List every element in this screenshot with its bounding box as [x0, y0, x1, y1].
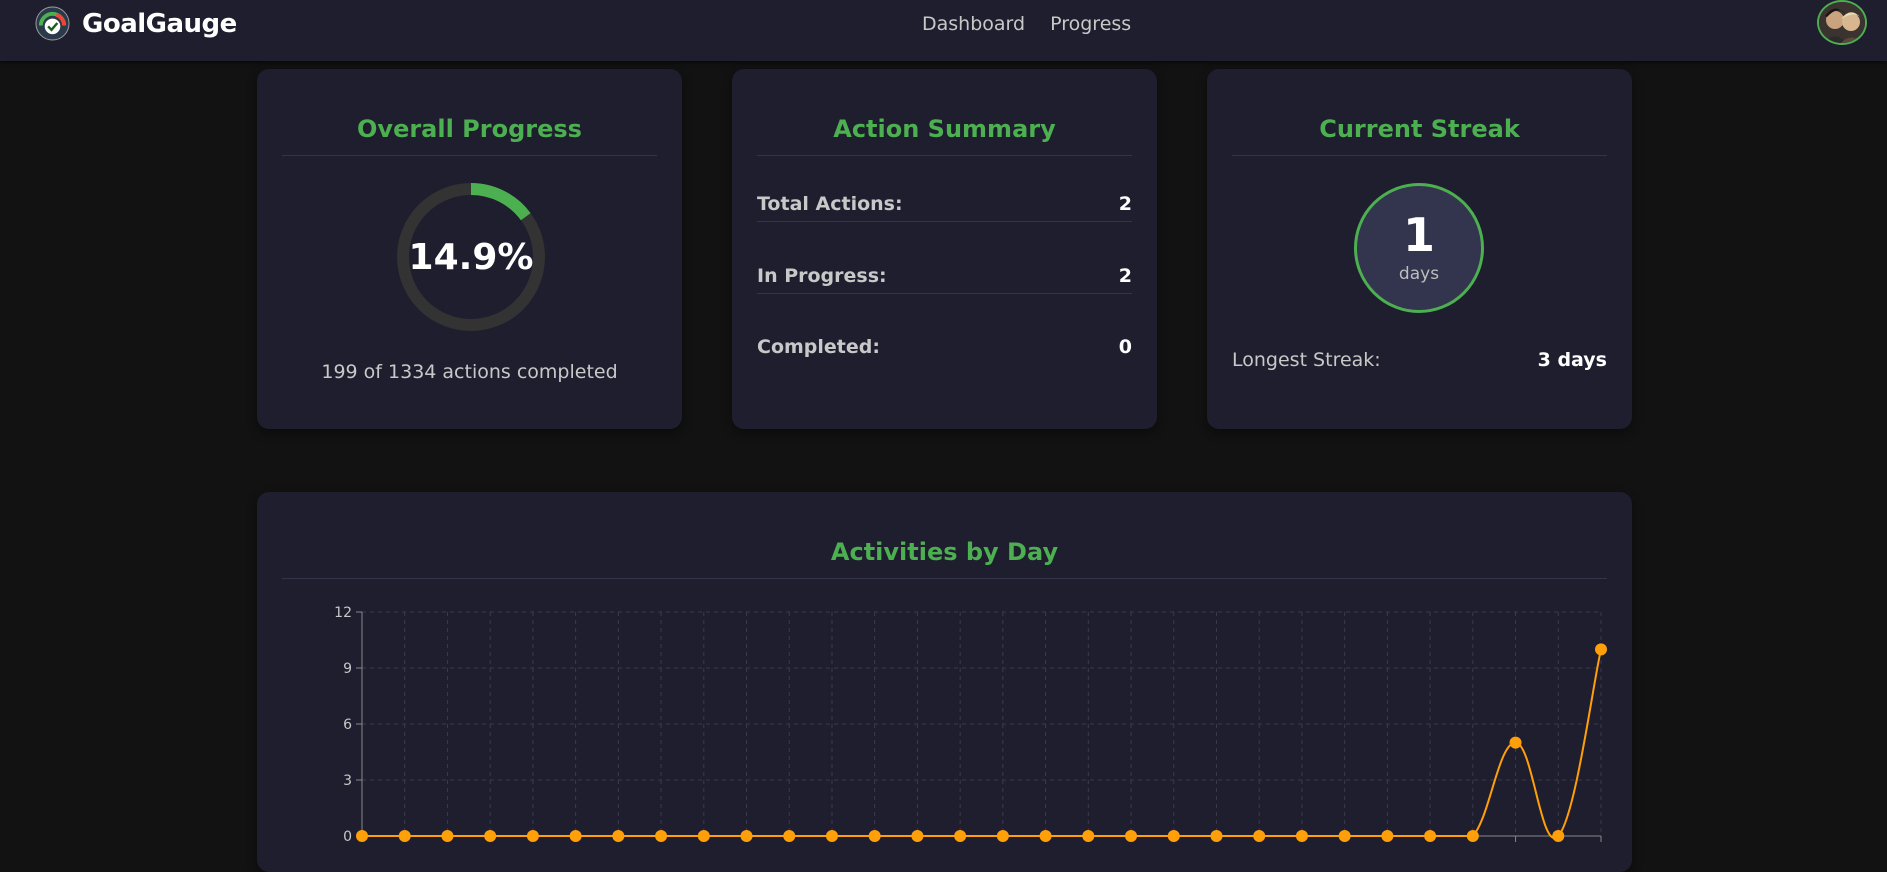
summary-row-in-progress: In Progress: 2 — [757, 259, 1132, 294]
y-tick-label: 12 — [334, 605, 352, 621]
summary-row-total: Total Actions: 2 — [757, 187, 1132, 222]
streak-circle: 1 days — [1354, 183, 1484, 313]
data-point — [1338, 830, 1351, 842]
action-summary-card: Action Summary Total Actions: 2 In Progr… — [732, 69, 1157, 429]
data-point — [1466, 830, 1479, 842]
longest-streak-label: Longest Streak: — [1232, 349, 1381, 371]
data-point — [655, 830, 668, 842]
summary-value: 2 — [1118, 265, 1132, 287]
data-point — [1295, 830, 1308, 842]
data-point — [825, 830, 838, 842]
data-point — [1381, 830, 1394, 842]
summary-label: Completed: — [757, 336, 880, 358]
current-streak-card: Current Streak 1 days Longest Streak: 3 … — [1207, 69, 1632, 429]
data-point — [398, 830, 411, 842]
data-point — [1167, 830, 1180, 842]
brand[interactable]: GoalGauge — [35, 6, 237, 41]
data-point — [1509, 736, 1522, 749]
data-point — [1082, 830, 1095, 842]
data-point — [1125, 830, 1138, 842]
streak-value: 1 — [1402, 208, 1435, 262]
streak-unit: days — [1398, 264, 1440, 284]
data-point — [356, 830, 368, 842]
longest-streak-row: Longest Streak: 3 days — [1232, 349, 1607, 371]
data-point — [783, 830, 796, 842]
data-point — [526, 830, 539, 842]
data-point — [996, 830, 1009, 842]
data-point — [1039, 830, 1052, 842]
y-tick-label: 0 — [343, 829, 352, 845]
summary-value: 2 — [1118, 193, 1132, 215]
data-point — [697, 830, 710, 842]
y-tick-label: 6 — [343, 717, 352, 733]
data-point — [1552, 830, 1565, 842]
progress-ring: 14.9% — [395, 181, 547, 333]
data-point — [740, 830, 753, 842]
summary-label: Total Actions: — [757, 193, 903, 215]
activities-card: Activities by Day 0 3 6 9 12 — [257, 492, 1632, 872]
data-point — [1424, 830, 1437, 842]
data-point — [612, 830, 625, 842]
data-point — [1253, 830, 1266, 842]
overall-progress-card: Overall Progress 14.9% 199 of 1334 actio… — [257, 69, 682, 429]
brand-name: GoalGauge — [82, 8, 237, 39]
progress-summary-text: 199 of 1334 actions completed — [321, 361, 618, 383]
data-point — [868, 830, 881, 842]
nav-progress-link[interactable]: Progress — [1050, 13, 1131, 35]
summary-row-completed: Completed: 0 — [757, 330, 1132, 364]
gauge-logo-icon — [35, 6, 70, 41]
activities-line-chart: 0 3 6 9 12 — [334, 605, 1607, 845]
data-point — [954, 830, 967, 842]
data-point — [484, 830, 497, 842]
avatar-image — [1819, 2, 1865, 43]
summary-label: In Progress: — [757, 265, 887, 287]
data-point — [441, 830, 454, 842]
nav-dashboard-link[interactable]: Dashboard — [922, 13, 1025, 35]
action-summary-title: Action Summary — [757, 115, 1132, 156]
current-streak-title: Current Streak — [1232, 115, 1607, 156]
y-tick-label: 3 — [343, 773, 352, 789]
data-point — [911, 830, 924, 842]
data-point — [1595, 643, 1607, 656]
data-point — [569, 830, 582, 842]
top-navbar: GoalGauge Dashboard Progress — [0, 0, 1887, 61]
nav-links: Dashboard Progress — [922, 13, 1131, 35]
activity-series-line — [361, 649, 1602, 840]
user-avatar[interactable] — [1817, 0, 1867, 45]
progress-percent: 14.9% — [408, 236, 534, 278]
longest-streak-value: 3 days — [1537, 349, 1607, 371]
y-tick-label: 9 — [343, 661, 352, 677]
overall-progress-title: Overall Progress — [282, 115, 657, 156]
data-point — [1210, 830, 1223, 842]
summary-value: 0 — [1118, 336, 1132, 358]
